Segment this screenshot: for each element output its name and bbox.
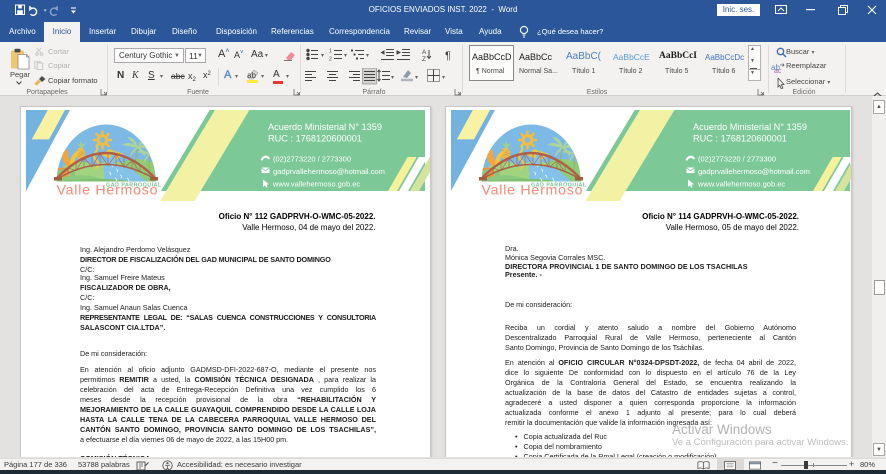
svg-text:Z: Z — [422, 56, 426, 61]
svg-text:▾: ▾ — [366, 53, 369, 59]
svg-text:▾: ▾ — [415, 75, 418, 81]
svg-text:1: 1 — [329, 49, 332, 55]
svg-text:▾: ▾ — [391, 75, 394, 81]
svg-text:ab: ab — [247, 71, 256, 80]
svg-text:ac: ac — [774, 68, 782, 73]
svg-text:2: 2 — [329, 57, 332, 62]
svg-text:▾: ▾ — [321, 53, 324, 59]
svg-text:A: A — [422, 49, 427, 56]
svg-text:▾: ▾ — [442, 75, 445, 81]
svg-text:¶: ¶ — [445, 50, 451, 61]
svg-text:▾: ▾ — [344, 53, 347, 59]
